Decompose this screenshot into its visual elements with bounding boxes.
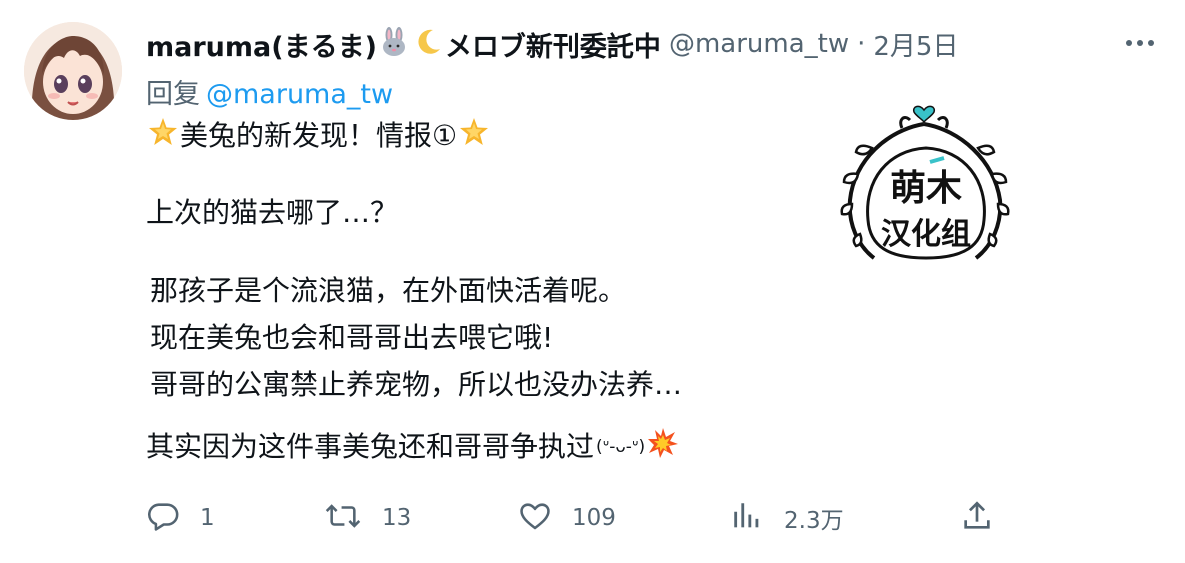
tweet-text-line-5: 哥哥的公寓禁止养宠物，所以也没办法养…	[150, 368, 683, 401]
tweet-text-line-6: 其实因为这件事美兔还和哥哥争执过 (ᐡ-ᴗ-ᐡ)	[146, 427, 681, 467]
tweet-text: 其实因为这件事美兔还和哥哥争执过	[146, 430, 595, 463]
tweet-text-line-1: 美兔的新发现！情报①	[146, 117, 491, 155]
author-name[interactable]: maruma(まるま)	[146, 25, 377, 64]
reply-prefix: 回复	[146, 79, 200, 110]
glowing-star-emoji	[148, 117, 178, 155]
crescent-moon-emoji	[413, 27, 443, 61]
views-button[interactable]: 2.3万	[730, 496, 844, 540]
reply-mention-link[interactable]: @maruma_tw	[206, 79, 393, 110]
tweet-text-line-4: 现在美兔也会和哥哥出去喂它哦!	[150, 321, 554, 354]
separator: ·	[857, 29, 866, 59]
tweet-date[interactable]: 2月5日	[873, 26, 958, 63]
tweet: maruma(まるま) メロブ新刊委託中 @maruma_tw · 2月5日 回…	[0, 0, 1185, 563]
rabbit-emoji	[379, 27, 409, 61]
reply-count: 1	[200, 505, 215, 531]
like-button[interactable]: 109	[518, 496, 616, 540]
reply-to-line: 回复 @maruma_tw	[146, 72, 393, 111]
views-count: 2.3万	[784, 508, 844, 534]
author-handle[interactable]: @maruma_tw	[669, 29, 849, 59]
tweet-text-line-2: 上次的猫去哪了…？	[146, 196, 399, 229]
sticker-text-bottom: 汉化组	[881, 217, 971, 252]
tweet-text: 美兔的新发现！情报①	[180, 119, 458, 152]
glowing-star-emoji	[459, 117, 489, 155]
share-icon	[960, 499, 994, 537]
tweet-header: maruma(まるま) メロブ新刊委託中 @maruma_tw · 2月5日	[146, 24, 958, 64]
like-count: 109	[572, 505, 616, 531]
watermark-logo: 萌木 汉化组	[828, 100, 1024, 268]
reply-button[interactable]: 1	[146, 496, 215, 540]
reply-icon	[146, 499, 180, 537]
retweet-count: 13	[382, 505, 412, 531]
sticker-text-top: 萌木	[890, 168, 962, 209]
avatar[interactable]	[24, 22, 122, 120]
heart-icon	[518, 499, 552, 537]
author-name-suffix[interactable]: メロブ新刊委託中	[445, 25, 661, 64]
collision-emoji	[647, 427, 679, 467]
more-options-icon[interactable]	[1120, 28, 1160, 58]
tweet-text-line-3: 那孩子是个流浪猫，在外面快活着呢。	[150, 274, 627, 307]
share-button[interactable]	[960, 496, 994, 540]
avatar-image	[24, 22, 122, 120]
retweet-button[interactable]: 13	[324, 496, 411, 540]
action-bar: 1 13 109 2.3万	[146, 496, 1026, 540]
retweet-icon	[324, 499, 362, 537]
kaomoji: (ᐡ-ᴗ-ᐡ)	[596, 437, 646, 457]
views-icon	[730, 499, 764, 537]
